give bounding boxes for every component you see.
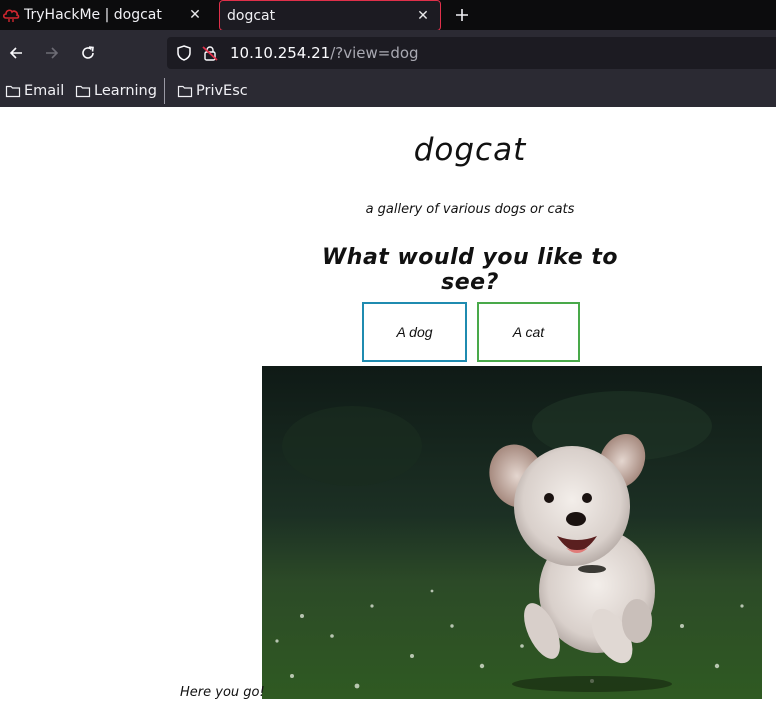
folder-icon xyxy=(5,85,21,98)
tab-strip: TryHackMe | dogcat ✕ dogcat ✕ xyxy=(0,0,776,31)
bookmark-separator xyxy=(164,78,165,104)
url-path: /?view=dog xyxy=(330,44,419,62)
arrow-right-icon xyxy=(46,47,59,59)
result-caption: Here you go! xyxy=(180,685,265,700)
reload-icon xyxy=(82,46,94,59)
bookmark-label: Email xyxy=(24,83,65,99)
close-icon[interactable]: ✕ xyxy=(412,5,434,27)
question-heading: What would you like to see? xyxy=(322,245,618,295)
bookmark-email[interactable]: Email xyxy=(5,80,64,102)
reload-button[interactable] xyxy=(75,40,101,66)
forward-button[interactable] xyxy=(39,40,65,66)
plus-icon xyxy=(456,9,468,21)
folder-icon xyxy=(177,85,193,98)
bookmark-privesc[interactable]: PrivEsc xyxy=(177,80,248,102)
tab-tryhackme[interactable]: TryHackMe | dogcat ✕ xyxy=(0,0,212,30)
tab-title: dogcat xyxy=(227,7,276,24)
dog-photo xyxy=(262,366,762,699)
new-tab-button[interactable] xyxy=(449,2,475,28)
dog-button[interactable]: A dog xyxy=(362,302,467,362)
tab-dogcat[interactable]: dogcat ✕ xyxy=(219,0,441,31)
bookmarks-toolbar: Email Learning PrivEsc xyxy=(0,76,776,107)
close-icon[interactable]: ✕ xyxy=(184,4,206,26)
cat-button[interactable]: A cat xyxy=(477,302,580,362)
url-host: 10.10.254.21 xyxy=(230,44,331,62)
page-subtitle: a gallery of various dogs or cats xyxy=(365,202,575,217)
bookmark-learning[interactable]: Learning xyxy=(75,80,157,102)
bookmark-label: Learning xyxy=(94,83,157,99)
page-content: dogcat a gallery of various dogs or cats… xyxy=(0,107,776,716)
tryhackme-favicon-icon xyxy=(2,6,20,24)
arrow-left-icon xyxy=(9,47,22,59)
tab-title: TryHackMe | dogcat xyxy=(24,7,162,23)
folder-icon xyxy=(75,85,91,98)
shield-icon[interactable] xyxy=(173,42,195,64)
bookmark-label: PrivEsc xyxy=(196,83,248,99)
insecure-lock-icon[interactable] xyxy=(199,42,221,64)
page-title: dogcat xyxy=(413,132,527,168)
address-bar[interactable]: 10.10.254.21 /?view=dog xyxy=(167,37,776,69)
back-button[interactable] xyxy=(3,40,29,66)
